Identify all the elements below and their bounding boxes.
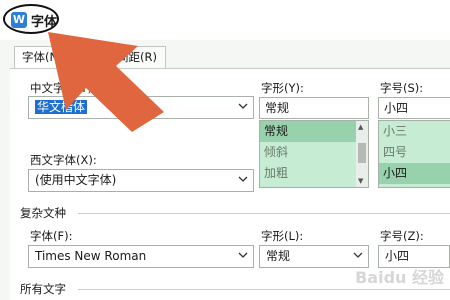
section-divider <box>78 289 450 290</box>
complex-style-select[interactable]: 常规 <box>259 245 369 268</box>
watermark: Baidu 经验 <box>355 268 444 287</box>
tab-character-spacing[interactable]: 字符间距(R) <box>86 46 166 68</box>
list-item[interactable]: 小三 <box>379 121 450 142</box>
chinese-font-value: 华文楷体 <box>35 100 88 114</box>
chevron-down-icon <box>238 252 248 258</box>
chevron-down-icon <box>238 176 248 182</box>
complex-size-value: 小四 <box>385 249 410 263</box>
font-size-input[interactable]: 小四 <box>378 97 450 119</box>
scroll-up-icon[interactable]: ▲ <box>358 123 363 131</box>
font-style-list[interactable]: 常规 倾斜 加粗 ▲ ▼ <box>259 120 369 188</box>
list-item[interactable]: 常规 <box>260 121 368 142</box>
chevron-down-icon <box>353 252 363 258</box>
all-text-section-label: 所有文字 <box>20 282 66 296</box>
complex-font-label: 字体(F): <box>30 229 73 243</box>
complex-style-value: 常规 <box>266 249 291 263</box>
list-item[interactable]: 小四 <box>379 163 450 184</box>
tab-font[interactable]: 字体(N) <box>14 46 86 69</box>
complex-font-select[interactable]: Times New Roman <box>28 245 254 268</box>
font-style-input[interactable]: 常规 <box>259 97 369 119</box>
complex-size-label: 字号(Z): <box>380 229 424 243</box>
section-divider <box>78 213 450 214</box>
font-size-label: 字号(S): <box>380 81 424 95</box>
font-dialog: W 字体 字体(N) 字符间距(R) 中文字体(T): 华文楷体 字形(Y): … <box>0 0 450 300</box>
scroll-thumb[interactable] <box>358 143 366 163</box>
list-item[interactable]: 倾斜 <box>260 142 368 163</box>
list-item[interactable]: 加粗 <box>260 163 368 184</box>
title-highlight-circle <box>3 4 59 34</box>
scroll-down-icon[interactable]: ▼ <box>358 177 363 185</box>
font-size-list[interactable]: 小三 四号 小四 <box>378 120 450 188</box>
chinese-font-select[interactable]: 华文楷体 <box>28 96 254 119</box>
chinese-font-label: 中文字体(T): <box>30 81 96 95</box>
chevron-down-icon <box>238 103 248 109</box>
title-bar: W 字体 <box>0 0 450 40</box>
complex-font-value: Times New Roman <box>35 249 147 263</box>
font-style-label: 字形(Y): <box>261 81 304 95</box>
complex-script-section-label: 复杂文种 <box>20 206 66 220</box>
list-item[interactable]: 四号 <box>379 142 450 163</box>
font-style-scrollbar[interactable]: ▲ ▼ <box>356 121 368 187</box>
western-font-select[interactable]: (使用中文字体) <box>28 169 254 192</box>
complex-style-label: 字形(L): <box>261 229 304 243</box>
western-font-label: 西文字体(X): <box>30 153 97 167</box>
western-font-value: (使用中文字体) <box>35 173 117 187</box>
